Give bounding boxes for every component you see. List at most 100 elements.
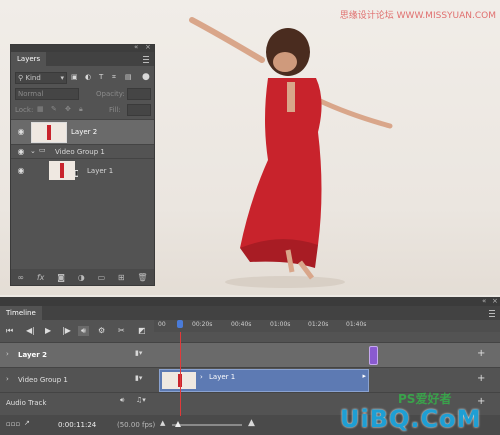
chevron-right-icon[interactable]: › <box>6 350 9 358</box>
filter-kind-select[interactable]: ⚲ Kind ▾ <box>15 72 67 84</box>
trash-icon[interactable]: 🗑︎ <box>137 273 147 282</box>
ruler-tick-label: 00 <box>158 321 166 328</box>
settings-icon[interactable]: ⚙ <box>98 326 105 335</box>
tab-layers[interactable]: Layers <box>11 52 47 66</box>
close-icon[interactable]: × <box>492 297 498 305</box>
new-layer-icon[interactable]: ⊞ <box>118 273 125 282</box>
blend-mode-value: Normal <box>18 90 44 98</box>
layer-thumbnail <box>49 161 75 180</box>
playhead-line <box>180 332 181 416</box>
lock-pixels-icon[interactable]: ▦ <box>37 105 44 113</box>
video-clip[interactable]: › Layer 1 ▸ <box>159 369 369 392</box>
timecode: 0:00:11:24 <box>58 421 97 429</box>
visibility-eye-icon[interactable]: ◉ <box>16 127 26 136</box>
layer-row[interactable]: ◉ ⌄ ▭ Video Group 1 <box>11 144 154 158</box>
link-icon[interactable]: ∞ <box>17 273 24 282</box>
lock-paint-icon[interactable]: ✎ <box>51 105 57 113</box>
footer-stamp: PS爱好者 <box>398 392 452 406</box>
lock-move-icon[interactable]: ✥ <box>65 105 71 113</box>
type-filter-icon[interactable]: T <box>99 73 103 81</box>
track-row[interactable]: › Video Group 1 ▮▾ › Layer 1 ▸ + <box>0 367 500 392</box>
layers-panel: « × Layers ⚲ Kind ▾ ▣ ◐ T ⌗ ▤ ● Normal O… <box>10 43 155 286</box>
clip-label: Layer 1 <box>209 373 236 381</box>
go-to-first-frame-icon[interactable]: ⏮ <box>6 326 13 336</box>
opacity-label: Opacity: <box>96 90 125 98</box>
clip-thumbnail <box>162 372 196 389</box>
panel-drag-bar[interactable]: « × <box>0 297 500 306</box>
zoom-in-icon[interactable]: ▲ <box>248 418 255 428</box>
fill-label: Fill: <box>109 106 121 114</box>
split-clip-icon[interactable]: ✂ <box>118 326 125 335</box>
convert-icon[interactable]: ↗ <box>24 419 30 427</box>
fill-field[interactable] <box>127 104 151 116</box>
chevron-right-icon[interactable]: › <box>6 375 9 383</box>
fps-display: (50.00 fps) <box>117 421 156 429</box>
close-icon[interactable]: × <box>145 43 151 51</box>
layers-bottom-bar: ∞ fx ◙ ◑ ▭ ⊞ 🗑︎ <box>11 269 154 285</box>
adjustment-filter-icon[interactable]: ◐ <box>85 73 91 81</box>
track-name: Video Group 1 <box>18 376 68 384</box>
layer-row[interactable]: ◉ ▮ Layer 1 <box>11 158 154 183</box>
ruler-tick-label: 01:00s <box>270 321 291 328</box>
collapse-icon[interactable]: « <box>134 43 138 51</box>
video-layer-icon: ▮ <box>75 170 79 177</box>
layer-row[interactable]: ◉ Layer 2 <box>11 119 154 144</box>
ruler-tick-label: 00:40s <box>231 321 252 328</box>
watermark-text: 思缘设计论坛 WWW.MISSYUAN.COM <box>339 11 496 21</box>
footer-logo: UiBQ.CoM <box>340 405 482 433</box>
pixel-filter-icon[interactable]: ▣ <box>71 73 78 81</box>
visibility-eye-icon[interactable]: ◉ <box>16 166 26 175</box>
layer-name: Layer 1 <box>87 167 114 175</box>
add-media-icon[interactable]: + <box>477 348 485 359</box>
opacity-field[interactable] <box>127 88 151 100</box>
chevron-right-icon: › <box>200 373 203 381</box>
blend-mode-select[interactable]: Normal <box>15 88 79 100</box>
panel-menu-icon[interactable] <box>489 310 495 317</box>
zoom-slider-thumb[interactable] <box>175 421 181 427</box>
previous-frame-icon[interactable]: ◀| <box>26 326 35 335</box>
music-note-icon[interactable]: ♫▾ <box>136 396 146 404</box>
clip-menu-icon[interactable]: ▸ <box>362 372 366 380</box>
filter-kind-label: Kind <box>25 74 41 82</box>
next-frame-icon[interactable]: |▶ <box>62 326 71 335</box>
lock-label: Lock: <box>15 106 34 114</box>
play-icon[interactable]: ▶ <box>45 326 51 335</box>
collapse-icon[interactable]: « <box>482 297 486 305</box>
ruler-tick-label: 01:20s <box>308 321 329 328</box>
zoom-out-icon[interactable]: ▲ <box>160 419 165 427</box>
chevron-down-icon[interactable]: ⌄ <box>30 147 36 155</box>
tab-timeline[interactable]: Timeline <box>0 306 42 320</box>
mask-icon[interactable]: ◙ <box>57 273 65 282</box>
search-icon: ⚲ <box>18 74 24 82</box>
layer-name: Layer 2 <box>71 128 98 136</box>
audio-icon[interactable]: 🔊︎ <box>78 326 90 336</box>
panel-drag-bar[interactable]: « × <box>11 43 154 52</box>
render-icon[interactable]: ▫▫▫ <box>6 420 20 428</box>
visibility-eye-icon[interactable]: ◉ <box>16 147 26 156</box>
panel-menu-icon[interactable] <box>143 56 149 63</box>
layer-name: Video Group 1 <box>55 148 105 156</box>
playhead-handle[interactable] <box>177 320 183 328</box>
zoom-slider[interactable] <box>172 421 242 427</box>
adjustment-icon[interactable]: ◑ <box>78 273 85 282</box>
track-name: Audio Track <box>6 399 47 407</box>
track-row[interactable]: › Layer 2 ▮▾ + <box>0 342 500 367</box>
chevron-down-icon: ▾ <box>60 74 64 82</box>
shape-filter-icon[interactable]: ⌗ <box>112 73 116 82</box>
add-media-icon[interactable]: + <box>477 373 485 384</box>
filter-toggle-icon[interactable]: ● <box>142 72 150 82</box>
fx-icon[interactable]: fx <box>37 273 45 282</box>
ruler-tick-label: 00:20s <box>192 321 213 328</box>
video-track-icon[interactable]: ▮▾ <box>135 374 142 382</box>
track-name: Layer 2 <box>18 351 48 359</box>
transition-icon[interactable]: ◩ <box>138 326 146 335</box>
lock-all-icon[interactable]: 🔒︎ <box>79 105 83 114</box>
folder-icon[interactable]: ▭ <box>98 273 106 282</box>
smart-object-filter-icon[interactable]: ▤ <box>125 73 132 81</box>
ruler-tick-label: 01:40s <box>346 321 367 328</box>
video-track-icon[interactable]: ▮▾ <box>135 349 142 357</box>
folder-icon: ▭ <box>39 146 46 154</box>
mute-icon[interactable]: 🔊︎ <box>120 396 124 405</box>
clip-marker[interactable] <box>369 346 378 365</box>
layer-thumbnail <box>31 122 67 143</box>
